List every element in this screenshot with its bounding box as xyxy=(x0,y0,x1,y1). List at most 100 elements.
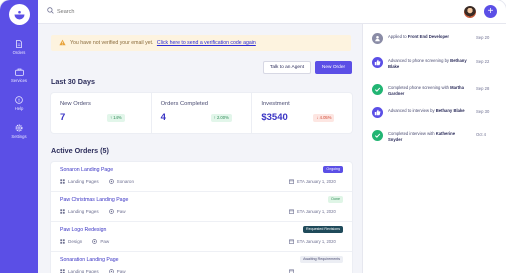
order-status-badge: Done xyxy=(328,196,343,203)
thumbs-up-icon xyxy=(372,107,383,118)
activity-person: Bethany xyxy=(435,108,453,113)
email-verification-alert: You have not verified your email yet. Cl… xyxy=(51,35,351,51)
order-vendor: Paw xyxy=(100,239,110,244)
order-eta xyxy=(289,269,297,273)
app-window: Orders Services Help Settings Search + Y… xyxy=(0,0,506,273)
order-title-link[interactable]: Sonaron Landing Page xyxy=(60,167,113,173)
order-status-badge: Requested Revisions xyxy=(303,226,343,233)
vendor-icon xyxy=(108,179,114,184)
activity-date: Oct 4 xyxy=(476,132,487,137)
activity-text: Applied to Front End Developer xyxy=(388,34,449,39)
stat-change-badge: ↑ 14% xyxy=(107,114,125,122)
order-row[interactable]: Paw Logo Redesign Requested Revisions Desi… xyxy=(51,222,352,252)
app-logo[interactable] xyxy=(9,4,30,25)
activity-date: Sep 28 xyxy=(476,86,490,91)
activity-date: Sep 22 xyxy=(476,59,490,64)
resend-verification-link[interactable]: Click here to send a verification code a… xyxy=(157,40,256,46)
grid-icon xyxy=(60,239,65,244)
talk-to-agent-button[interactable]: Talk to an Agent xyxy=(263,61,311,74)
sidebar-item-label: Help xyxy=(14,106,24,111)
order-status-badge: Awaiting Requirements xyxy=(300,256,343,263)
sidebar-item-orders[interactable]: Orders xyxy=(0,40,38,55)
sidebar-item-settings[interactable]: Settings xyxy=(0,124,38,139)
activity-date: Sep 20 xyxy=(476,35,490,40)
check-icon xyxy=(372,84,383,95)
calendar-icon xyxy=(289,239,294,244)
stats-card: New Orders 7 ↑ 14% Orders Completed 4 ↑ … xyxy=(51,93,352,133)
main-content: You have not verified your email yet. Cl… xyxy=(38,24,362,273)
search-icon xyxy=(47,7,54,14)
order-meta: Design Paw xyxy=(60,239,109,244)
activity-text: Advanced to phone screening by Bethany B… xyxy=(388,58,467,69)
order-category: Landing Pages xyxy=(68,209,99,214)
order-meta: Landing Pages Paw xyxy=(60,269,126,273)
logo-icon xyxy=(14,10,25,20)
calendar-icon xyxy=(289,269,294,273)
activity-panel: Applied to Front End Developer Sep 20 Adv… xyxy=(362,24,506,273)
active-orders-list: Sonaron Landing Page Ongoing Landing Pages… xyxy=(51,162,352,273)
stats-section-title: Last 30 Days xyxy=(51,77,95,86)
grid-icon xyxy=(60,269,65,273)
vendor-icon xyxy=(108,269,114,273)
stat-investment: Investment $3540 ↓ 4.05% xyxy=(252,93,352,133)
order-meta: Landing Pages Sonaron xyxy=(60,179,134,184)
user-icon xyxy=(372,33,383,44)
order-vendor: Sonaron xyxy=(116,179,135,184)
stat-label: New Orders xyxy=(60,101,91,107)
help-icon xyxy=(15,96,23,104)
order-vendor: Paw xyxy=(116,209,126,214)
order-eta: ETA January 1, 2020 xyxy=(289,209,336,214)
activity-text: Completed interview with Katherine Snyde… xyxy=(388,131,456,142)
sidebar: Orders Services Help Settings xyxy=(0,0,38,273)
add-button[interactable]: + xyxy=(484,5,497,18)
stat-new-orders: New Orders 7 ↑ 14% xyxy=(51,93,152,133)
stat-value: $3540 xyxy=(261,112,288,123)
order-eta-text: ETA January 1, 2020 xyxy=(297,209,336,214)
activity-date: Sep 30 xyxy=(476,109,490,114)
activity-text: Completed phone screening with Martha Ga… xyxy=(388,85,464,96)
stat-change-badge: ↓ 4.05% xyxy=(313,114,335,122)
vendor-icon xyxy=(108,209,114,214)
grid-icon xyxy=(60,179,65,184)
stat-change-badge: ↑ 2.00% xyxy=(210,114,232,122)
stat-label: Orders Completed xyxy=(160,101,209,107)
top-bar: + xyxy=(38,0,506,24)
search-input[interactable] xyxy=(57,6,257,18)
alert-text: You have not verified your email yet. xyxy=(70,40,154,46)
check-icon xyxy=(372,130,383,141)
vendor-icon xyxy=(92,239,98,244)
sidebar-item-help[interactable]: Help xyxy=(0,96,38,111)
activity-person: Front End Developer xyxy=(407,34,449,39)
order-row[interactable]: Sonaration Landing Page Awaiting Requirem… xyxy=(51,252,352,273)
sidebar-item-label: Services xyxy=(10,78,28,83)
order-vendor: Paw xyxy=(116,269,126,273)
order-status-badge: Ongoing xyxy=(323,166,343,173)
sidebar-item-label: Settings xyxy=(11,134,27,139)
stat-value: 4 xyxy=(160,112,166,123)
order-title-link[interactable]: Paw Logo Redesign xyxy=(60,227,106,233)
sidebar-item-label: Orders xyxy=(12,50,26,55)
stat-value: 7 xyxy=(60,112,66,123)
order-eta: ETA January 1, 2020 xyxy=(289,239,336,244)
avatar[interactable] xyxy=(464,6,476,18)
new-order-button[interactable]: New Order xyxy=(315,61,352,74)
order-eta: ETA January 1, 2020 xyxy=(289,179,336,184)
order-category: Landing Pages xyxy=(68,269,99,273)
orders-section-title: Active Orders (5) xyxy=(51,146,109,155)
warning-icon xyxy=(59,39,66,46)
grid-icon xyxy=(60,209,65,214)
calendar-icon xyxy=(289,209,294,214)
order-meta: Landing Pages Paw xyxy=(60,209,126,214)
orders-icon xyxy=(16,40,22,48)
activity-text: Advanced to interview by Bethany Blake xyxy=(388,108,465,113)
services-icon xyxy=(14,68,24,76)
thumbs-up-icon xyxy=(372,57,383,68)
order-title-link[interactable]: Paw Christmas Landing Page xyxy=(60,197,128,203)
sidebar-item-services[interactable]: Services xyxy=(0,68,38,83)
order-row[interactable]: Paw Christmas Landing Page Done Landing Pa… xyxy=(51,192,352,222)
order-row[interactable]: Sonaron Landing Page Ongoing Landing Pages… xyxy=(51,162,352,192)
order-category: Landing Pages xyxy=(68,179,99,184)
order-eta-text: ETA January 1, 2020 xyxy=(297,239,336,244)
activity-person: Katherine xyxy=(435,131,456,136)
order-title-link[interactable]: Sonaration Landing Page xyxy=(60,257,119,263)
